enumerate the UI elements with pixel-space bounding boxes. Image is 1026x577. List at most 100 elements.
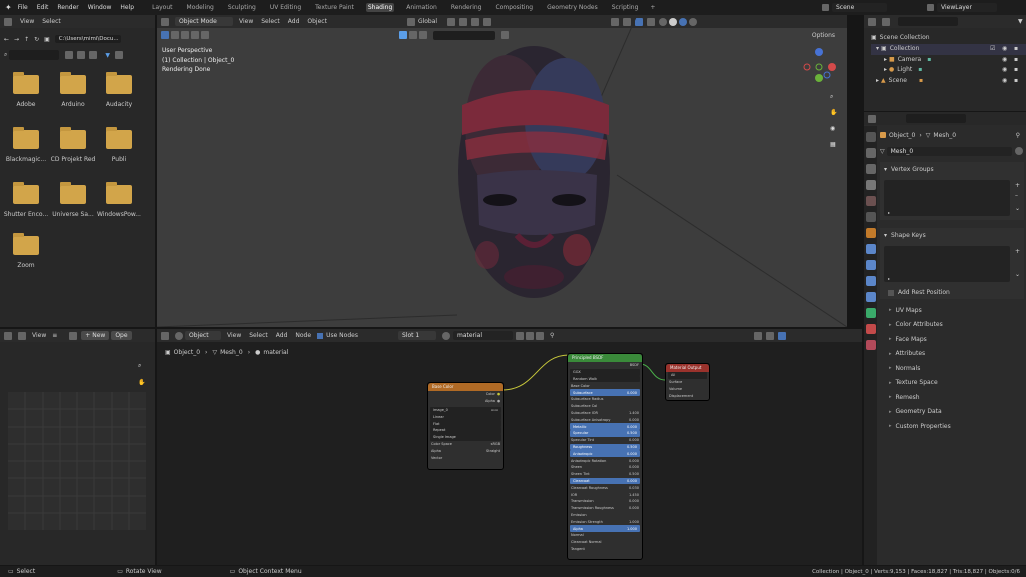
- folder-item[interactable]: Shutter Enco...: [2, 182, 50, 218]
- bsdf-input-row[interactable]: Subsurface 0.000: [570, 389, 640, 396]
- scene-object-row[interactable]: ▸ ▲ Scene ▪ ◉ ▪: [871, 76, 1026, 87]
- thumbnail-size-icon[interactable]: [77, 51, 86, 59]
- panel-geometry-data[interactable]: ▸ Geometry Data: [880, 405, 1024, 420]
- constraints-tab-icon[interactable]: [865, 292, 876, 302]
- bsdf-input-row[interactable]: Base Color: [568, 382, 642, 389]
- modifier-tab-icon[interactable]: [865, 244, 876, 254]
- tab-texture-paint[interactable]: Texture Paint: [313, 3, 356, 12]
- add-key-icon[interactable]: +: [1015, 248, 1020, 255]
- folder-item[interactable]: Audacity: [95, 72, 143, 108]
- collection-row[interactable]: ▾ ▣ Collection ☑ ◉ ▪: [871, 43, 1026, 55]
- fb-menu-select[interactable]: Select: [42, 18, 61, 25]
- tab-shading[interactable]: Shading: [365, 3, 395, 12]
- expand-arrow-icon[interactable]: ▸: [884, 65, 887, 76]
- node-dropdown[interactable]: Single Image: [430, 433, 501, 441]
- image-datablock-field[interactable]: image_0 ▫▫▫: [430, 406, 501, 414]
- scene-field[interactable]: Scene: [832, 3, 887, 12]
- output-alpha-socket[interactable]: Alpha ●: [428, 398, 503, 405]
- mesh-datablock-field[interactable]: Mesh_0: [886, 146, 1012, 156]
- folder-item[interactable]: Universe Sa...: [49, 182, 97, 218]
- add-workspace-icon[interactable]: +: [650, 4, 655, 11]
- vertex-groups-list[interactable]: ▸: [884, 180, 1010, 216]
- editor-type-icon[interactable]: [4, 17, 12, 26]
- pan-hand-icon[interactable]: ✋: [138, 379, 145, 386]
- expand-arrow-icon[interactable]: ▸: [876, 76, 879, 87]
- parent-dir-icon[interactable]: ↑: [24, 36, 29, 43]
- image-browse-icon[interactable]: [69, 331, 78, 340]
- remove-group-icon[interactable]: –: [1015, 192, 1018, 199]
- open-image-button[interactable]: Ope: [111, 331, 132, 340]
- specials-icon[interactable]: ⌄: [1015, 271, 1020, 278]
- eye-icon[interactable]: ◉: [1002, 76, 1007, 87]
- tab-layout[interactable]: Layout: [150, 3, 174, 12]
- bsdf-input-row[interactable]: Emission: [568, 512, 642, 519]
- folder-item[interactable]: Blackmagic...: [2, 127, 50, 163]
- viewlayer-field[interactable]: ViewLayer: [937, 3, 997, 12]
- tab-rendering[interactable]: Rendering: [449, 3, 484, 12]
- panel-custom-properties[interactable]: ▸ Custom Properties: [880, 419, 1024, 434]
- refresh-icon[interactable]: ↻: [34, 36, 39, 43]
- tool-tab-icon[interactable]: [865, 132, 876, 142]
- new-folder-icon[interactable]: ▣: [44, 36, 50, 43]
- tab-compositing[interactable]: Compositing: [493, 3, 535, 12]
- panel-face-maps[interactable]: ▸ Face Maps: [880, 332, 1024, 347]
- checkbox-icon[interactable]: ☑: [990, 44, 995, 55]
- fake-user-icon[interactable]: [1014, 147, 1023, 155]
- node-header[interactable]: Base Color: [428, 383, 503, 391]
- displacement-socket[interactable]: Displacement: [666, 392, 709, 399]
- scene-tab-icon[interactable]: [865, 196, 876, 206]
- target-dropdown[interactable]: All: [668, 372, 707, 379]
- bsdf-input-row[interactable]: Sheen 0.000: [568, 464, 642, 471]
- menu-edit[interactable]: Edit: [37, 4, 49, 11]
- tab-uv-editing[interactable]: UV Editing: [268, 3, 303, 12]
- node-header[interactable]: Principled BSDF: [568, 354, 642, 362]
- tab-animation[interactable]: Animation: [404, 3, 439, 12]
- properties-search-input[interactable]: [906, 114, 966, 123]
- new-image-button[interactable]: + New: [81, 331, 110, 340]
- sort-icon[interactable]: [89, 51, 98, 59]
- bsdf-input-row[interactable]: Transmission Roughness 0.000: [568, 505, 642, 512]
- light-row[interactable]: ▸ ● Light ▪ ◉ ▪: [871, 65, 1026, 76]
- camera-view-icon[interactable]: ◉: [830, 125, 842, 141]
- bsdf-input-row[interactable]: GGX: [570, 368, 640, 376]
- bsdf-input-row[interactable]: Anisotropic Rotation 0.000: [568, 457, 642, 464]
- specials-icon[interactable]: ⌄: [1015, 205, 1020, 212]
- folder-item[interactable]: WindowsPow...: [95, 182, 143, 218]
- mode-icon[interactable]: [18, 331, 26, 340]
- image-texture-node[interactable]: Base Color Color ● Alpha ● image_0 ▫▫▫ Line…: [427, 382, 504, 470]
- bsdf-input-row[interactable]: Subsurface Col: [568, 403, 642, 410]
- material-tab-icon[interactable]: [865, 324, 876, 334]
- editor-type-icon[interactable]: [868, 17, 876, 26]
- tab-scripting[interactable]: Scripting: [610, 3, 641, 12]
- filter-icon[interactable]: ▼: [1018, 18, 1023, 25]
- menu-file[interactable]: File: [18, 4, 28, 11]
- node-dropdown[interactable]: Repeat: [430, 426, 501, 434]
- menu-help[interactable]: Help: [120, 4, 134, 11]
- bsdf-input-row[interactable]: Sheen Tint 0.500: [568, 471, 642, 478]
- editor-type-icon[interactable]: [4, 331, 12, 340]
- fb-search-input[interactable]: [9, 50, 60, 60]
- display-mode-icon[interactable]: [882, 17, 890, 26]
- zoom-icon[interactable]: ⌕: [138, 362, 141, 370]
- scene-selector[interactable]: Scene: [822, 3, 887, 12]
- filter-icon[interactable]: ▼: [105, 52, 110, 59]
- panel-color-attributes[interactable]: ▸ Color Attributes: [880, 318, 1024, 333]
- mesh-data-icon[interactable]: ▽: [880, 148, 885, 155]
- 3d-viewport[interactable]: Object Mode View Select Add Object Globa…: [157, 15, 847, 327]
- physics-tab-icon[interactable]: [865, 276, 876, 286]
- path-field[interactable]: C:\Users\mimi\Docu...: [54, 35, 121, 43]
- bsdf-input-row[interactable]: Alpha 1.000: [570, 525, 640, 532]
- shape-keys-list[interactable]: ▸: [884, 246, 1010, 282]
- folder-item[interactable]: Zoom: [2, 233, 50, 269]
- bsdf-input-row[interactable]: IOR 1.450: [568, 491, 642, 498]
- display-mode-icon[interactable]: [65, 51, 74, 59]
- mask-model[interactable]: [458, 46, 610, 298]
- back-arrow-icon[interactable]: ←: [4, 36, 9, 43]
- view-layer-tab-icon[interactable]: [865, 180, 876, 190]
- tab-geometry-nodes[interactable]: Geometry Nodes: [545, 3, 600, 12]
- output-tab-icon[interactable]: [865, 164, 876, 174]
- world-tab-icon[interactable]: [865, 212, 876, 222]
- bsdf-input-row[interactable]: Random Walk: [570, 375, 640, 383]
- principled-bsdf-node[interactable]: Principled BSDF BSDF GGX Random Walk Base …: [567, 353, 643, 560]
- bsdf-input-row[interactable]: Subsurface IOR 1.400: [568, 410, 642, 417]
